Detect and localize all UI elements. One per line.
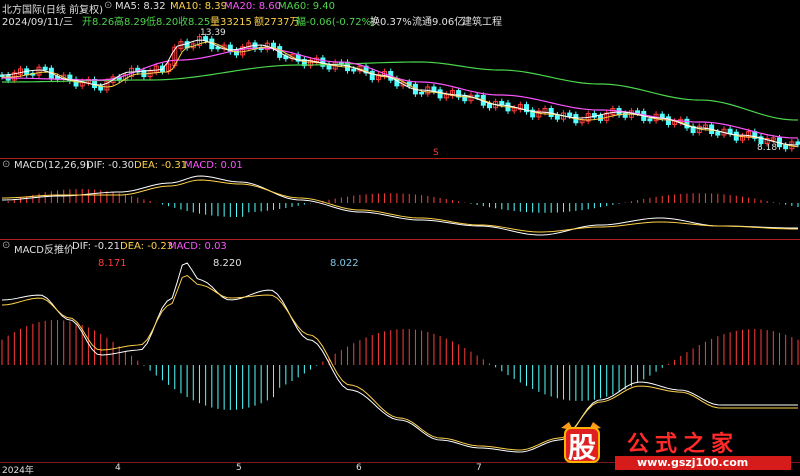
candle-body [795, 141, 800, 145]
candle-body [727, 128, 733, 135]
ma5-line [1, 39, 799, 146]
ma20-line [1, 47, 799, 139]
watermark-title: 公式之家 [627, 432, 740, 457]
macd-dea-line [1, 179, 799, 233]
candle-body [437, 89, 443, 99]
watermark-logo: 股 公式之家 www.gszj100.com [555, 418, 795, 472]
watermark-char: 股 [568, 431, 597, 464]
candle-body [567, 112, 573, 117]
candle-body [351, 68, 357, 72]
candle-body [462, 95, 468, 102]
candle-body [665, 116, 671, 125]
candle-body [419, 91, 425, 95]
candle-body [203, 36, 209, 42]
candle-body [635, 110, 641, 114]
candle-body [554, 114, 560, 120]
watermark-url: www.gszj100.com [637, 456, 749, 469]
ma60-line [1, 61, 799, 121]
candle-body [42, 66, 48, 71]
kline-chart[interactable] [0, 0, 800, 475]
macd-dif-line [1, 175, 799, 236]
candle-body [486, 103, 492, 109]
candle-body [647, 118, 653, 122]
candle-body [715, 131, 721, 136]
ma10-line [2, 41, 799, 148]
candle-body [474, 94, 480, 98]
candle-body [783, 144, 789, 150]
candle-body [499, 101, 505, 106]
